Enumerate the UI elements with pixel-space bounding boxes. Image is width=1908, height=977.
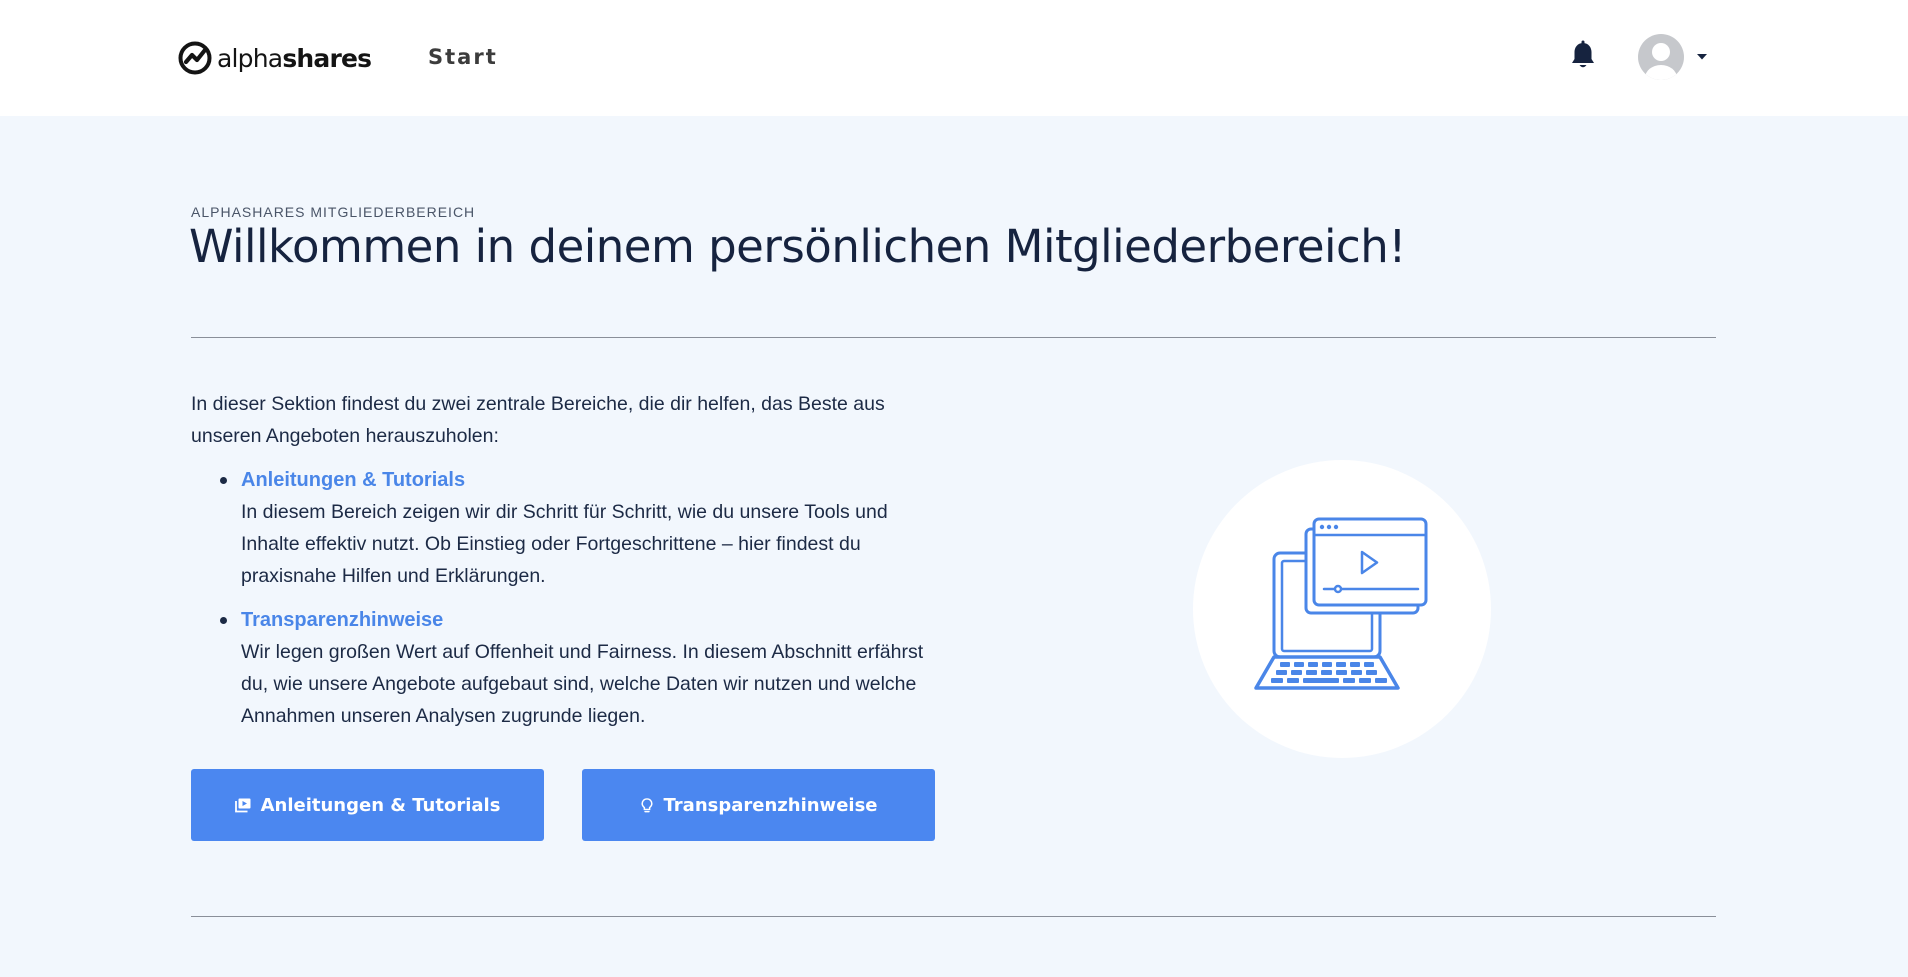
- user-menu-toggle[interactable]: [1638, 33, 1708, 81]
- list-item: Anleitungen & Tutorials In diesem Bereic…: [191, 464, 951, 592]
- divider-bottom: [191, 916, 1716, 917]
- transparency-button[interactable]: Transparenzhinweise: [582, 769, 935, 841]
- tutorials-button[interactable]: Anleitungen & Tutorials: [191, 769, 544, 841]
- logo-mark-icon: [178, 41, 212, 75]
- transparency-button-label: Transparenzhinweise: [663, 794, 878, 816]
- caret-down-icon: [1697, 54, 1707, 60]
- laptop-video-illustration: [1254, 517, 1428, 690]
- tutorials-button-label: Anleitungen & Tutorials: [260, 794, 501, 816]
- section-description: Wir legen großen Wert auf Offenheit und …: [241, 641, 924, 727]
- user-avatar: [1638, 34, 1684, 80]
- alphashares-logo[interactable]: alphashares: [178, 40, 372, 76]
- video-library-icon: [234, 798, 251, 813]
- top-navigation-bar: alphashares Start: [0, 0, 1908, 116]
- section-link-transparency[interactable]: Transparenzhinweise: [241, 604, 951, 636]
- divider-top: [191, 337, 1716, 338]
- intro-text: In dieser Sektion findest du zwei zentra…: [191, 393, 885, 447]
- bell-icon[interactable]: [1569, 40, 1597, 70]
- list-item: Transparenzhinweise Wir legen großen Wer…: [191, 604, 951, 732]
- section-description: In diesem Bereich zeigen wir dir Schritt…: [241, 501, 888, 587]
- logo-wordmark: alphashares: [217, 43, 372, 73]
- section-eyebrow: ALPHASHARES MITGLIEDERBEREICH: [191, 204, 476, 220]
- section-link-tutorials[interactable]: Anleitungen & Tutorials: [241, 464, 951, 496]
- nav-link-start[interactable]: Start: [428, 45, 498, 69]
- lightbulb-icon: [640, 797, 653, 812]
- page-title: Willkommen in deinem persönlichen Mitgli…: [189, 220, 1406, 273]
- section-list: Anleitungen & Tutorials In diesem Bereic…: [191, 464, 951, 744]
